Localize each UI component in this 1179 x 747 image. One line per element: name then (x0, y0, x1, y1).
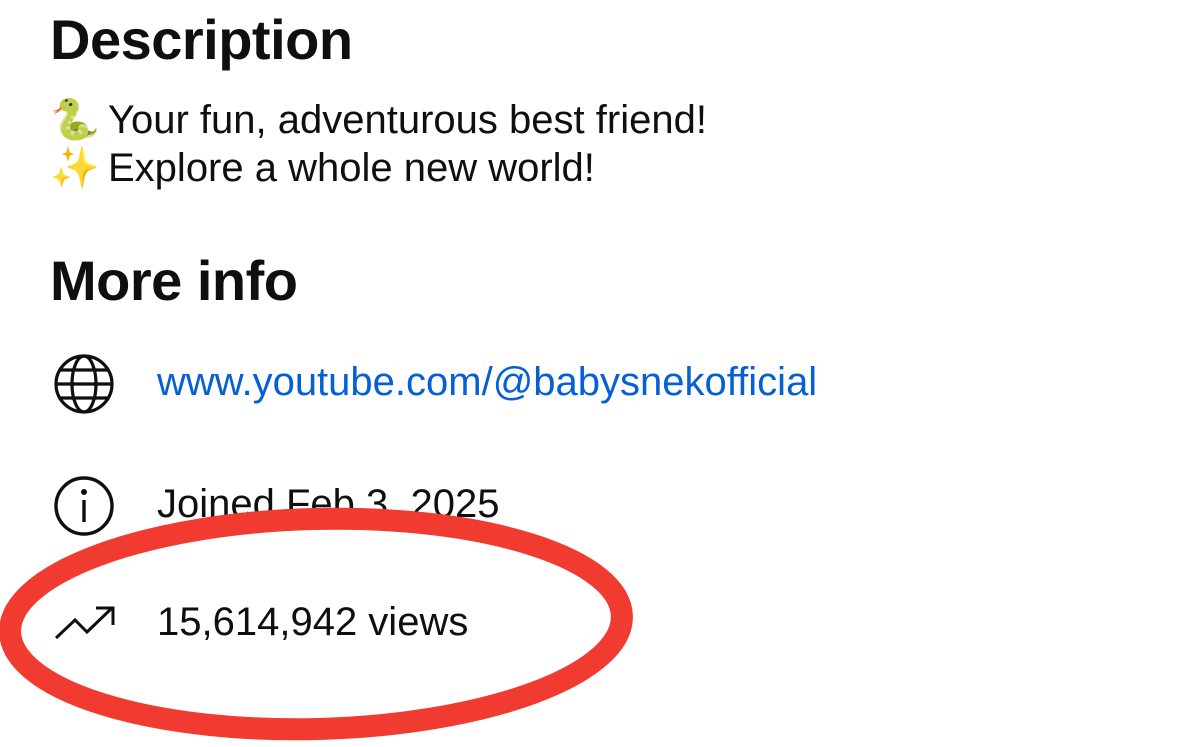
channel-link-row: www.youtube.com/@babysnekofficial (50, 348, 1050, 418)
channel-link[interactable]: www.youtube.com/@babysnekofficial (157, 358, 817, 406)
view-count-row: 15,614,942 views (50, 588, 1050, 658)
description-line: 🐍 Your fun, adventurous best friend! (50, 96, 707, 144)
info-icon (54, 476, 114, 536)
description-line-text: Explore a whole new world! (108, 146, 595, 190)
trending-up-icon (54, 606, 115, 640)
view-count-text: 15,614,942 views (157, 600, 469, 644)
description-line: ✨ Explore a whole new world! (50, 144, 595, 192)
joined-date-text: Joined Feb 3, 2025 (157, 482, 500, 526)
description-heading: Description (50, 8, 353, 71)
joined-date-row: Joined Feb 3, 2025 (50, 466, 1050, 536)
more-info-heading: More info (50, 249, 298, 312)
sparkles-emoji: ✨ (50, 145, 100, 191)
globe-icon (54, 354, 114, 414)
snake-emoji: 🐍 (50, 97, 100, 143)
description-line-text: Your fun, adventurous best friend! (108, 98, 707, 142)
